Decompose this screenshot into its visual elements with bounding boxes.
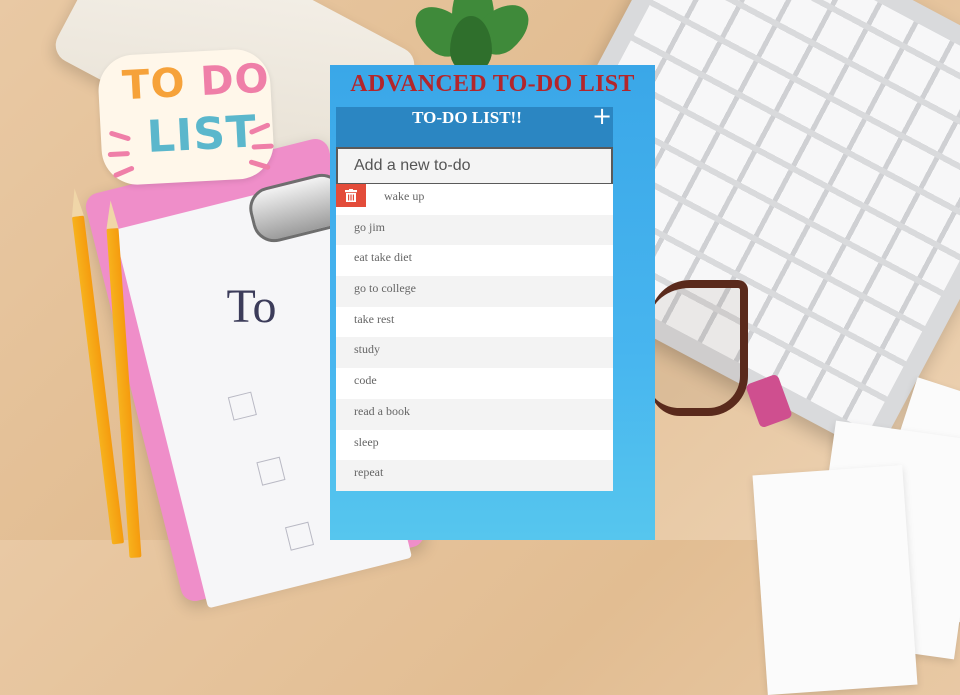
list-header: TO-DO LIST!! + [336,104,613,147]
plus-icon[interactable]: + [591,104,613,128]
app-title: ADVANCED TO-DO LIST [350,71,635,97]
trash-icon [345,188,357,202]
todo-item[interactable]: take rest [336,306,613,338]
todo-text: go jim [354,219,386,234]
todo-list-sticker: TO DO LIST [96,47,276,187]
new-todo-input[interactable] [336,147,613,185]
sticker-line2: LIST [145,106,259,164]
clipboard-text: To [226,279,277,333]
todo-item[interactable]: wake up [336,184,613,215]
todo-text: study [354,342,381,357]
todo-item[interactable]: sleep [336,429,613,461]
list-title: TO-DO LIST!! [412,108,522,127]
todo-text: go to college [354,281,416,296]
todo-item[interactable]: study [336,337,613,369]
todo-list: wake up go jim eat take diet go to colle… [336,184,613,491]
delete-button[interactable] [336,184,366,207]
glasses-decoration [650,280,748,416]
todo-text: repeat [354,465,384,480]
todo-item[interactable]: code [336,368,613,399]
todo-item[interactable]: eat take diet [336,245,613,277]
todo-text: take rest [354,311,395,326]
todo-item[interactable]: repeat [336,460,613,491]
sticker-line1: TO DO [121,55,271,110]
todo-text: read a book [354,403,410,418]
paper-sheet-decoration [752,465,918,695]
todo-text: eat take diet [354,250,412,265]
todo-app-panel: ADVANCED TO-DO LIST TO-DO LIST!! + wake … [330,65,655,540]
todo-item[interactable]: read a book [336,398,613,430]
todo-item[interactable]: go to college [336,276,613,307]
todo-item[interactable]: go jim [336,214,613,246]
todo-text: sleep [354,434,379,449]
plant-decoration [405,0,539,74]
todo-text: code [354,373,377,388]
